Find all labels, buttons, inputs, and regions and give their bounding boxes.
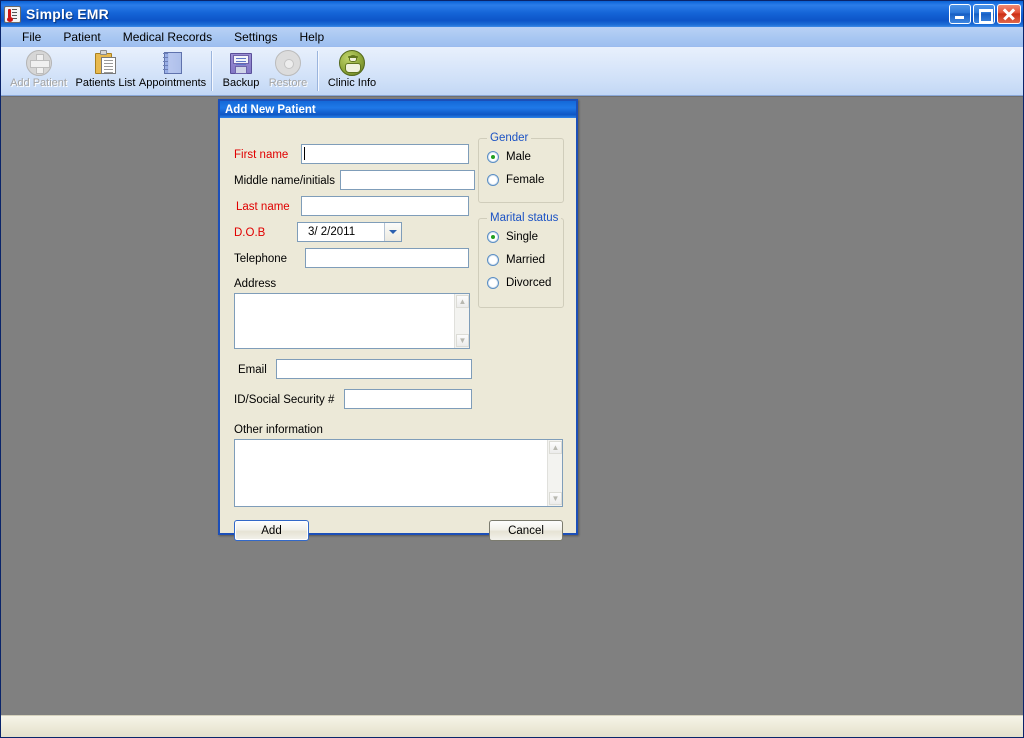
last-name-input[interactable] [301, 196, 469, 216]
toolbar-label-patients-list: Patients List [75, 77, 136, 89]
cancel-button[interactable]: Cancel [489, 520, 563, 541]
radio-marital-divorced[interactable]: Divorced [487, 277, 551, 289]
dob-value: 3/ 2/2011 [308, 226, 356, 238]
menu-item-help[interactable]: Help [288, 28, 335, 46]
add-new-patient-dialog: Add New Patient First name Middle name/i… [218, 99, 578, 541]
marital-status-group-title: Marital status [487, 212, 562, 224]
toolbar-label-add-patient: Add Patient [10, 77, 67, 89]
label-telephone: Telephone [234, 253, 288, 265]
radio-icon [487, 151, 499, 163]
application-window: Simple EMR File Patient Medical Records … [0, 0, 1024, 738]
label-middle-name: Middle name/initials [234, 175, 335, 187]
toolbar-button-clinic-info[interactable]: Clinic Info [324, 50, 380, 94]
middle-name-input[interactable] [340, 170, 475, 190]
address-textarea[interactable]: ▲ ▼ [234, 293, 470, 349]
toolbar-button-add-patient[interactable]: Add Patient [5, 50, 72, 94]
menu-bar: File Patient Medical Records Settings He… [1, 27, 1023, 47]
clipboard-icon [93, 50, 119, 76]
menu-item-medical-records[interactable]: Medical Records [112, 28, 223, 46]
toolbar-separator-1 [211, 51, 213, 91]
gender-group-title: Gender [487, 132, 532, 144]
radio-label-divorced: Divorced [506, 277, 552, 289]
window-title-bar[interactable]: Simple EMR [1, 1, 1023, 27]
toolbar-button-appointments[interactable]: Appointments [139, 50, 206, 94]
minimize-button[interactable] [949, 4, 971, 24]
dialog-title: Add New Patient [225, 103, 316, 116]
radio-icon [487, 277, 499, 289]
toolbar-button-patients-list[interactable]: Patients List [72, 50, 139, 94]
scroll-up-icon[interactable]: ▲ [456, 295, 469, 308]
other-information-scrollbar[interactable]: ▲ ▼ [547, 440, 562, 506]
status-bar [1, 715, 1023, 737]
window-title: Simple EMR [26, 6, 109, 22]
menu-item-patient[interactable]: Patient [52, 28, 111, 46]
restore-disc-icon [275, 50, 301, 76]
toolbar-separator-2 [317, 51, 319, 91]
label-ssn: ID/Social Security # [234, 394, 335, 406]
radio-gender-male[interactable]: Male [487, 151, 531, 163]
scroll-up-icon[interactable]: ▲ [549, 441, 562, 454]
radio-icon [487, 254, 499, 266]
radio-label-single: Single [506, 231, 538, 243]
radio-marital-married[interactable]: Married [487, 254, 545, 266]
radio-label-male: Male [506, 151, 531, 163]
label-last-name: Last name [236, 201, 290, 213]
gender-groupbox: Gender Male Female [478, 132, 564, 203]
label-dob: D.O.B [234, 227, 266, 239]
dialog-body: First name Middle name/initials Last nam… [220, 118, 576, 541]
address-scrollbar[interactable]: ▲ ▼ [454, 294, 469, 348]
menu-item-file[interactable]: File [11, 28, 52, 46]
ssn-input[interactable] [344, 389, 472, 409]
thermometer-ticks [12, 8, 18, 22]
add-button[interactable]: Add [234, 520, 309, 541]
label-other-information: Other information [234, 424, 323, 436]
toolbar-button-restore[interactable]: Restore [264, 50, 312, 94]
toolbar-label-backup: Backup [222, 77, 260, 89]
marital-status-groupbox: Marital status Single Married Divorced [478, 212, 564, 308]
radio-gender-female[interactable]: Female [487, 174, 544, 186]
scroll-down-icon[interactable]: ▼ [456, 334, 469, 347]
label-address: Address [234, 278, 277, 290]
radio-label-female: Female [506, 174, 545, 186]
radio-icon [487, 174, 499, 186]
restore-button[interactable] [973, 4, 995, 24]
close-button[interactable] [997, 4, 1021, 24]
menu-item-settings[interactable]: Settings [223, 28, 288, 46]
label-first-name: First name [234, 149, 289, 161]
label-email: Email [238, 364, 267, 376]
thermometer-icon [4, 5, 21, 23]
clinic-icon [339, 50, 365, 76]
toolbar-button-backup[interactable]: Backup [218, 50, 264, 94]
other-information-textarea[interactable]: ▲ ▼ [234, 439, 563, 507]
telephone-input[interactable] [305, 248, 469, 268]
toolbar-label-appointments: Appointments [138, 77, 207, 89]
toolbar: Add Patient Patients List Appointments B… [1, 47, 1023, 96]
radio-marital-single[interactable]: Single [487, 231, 538, 243]
dob-date-picker[interactable]: 3/ 2/2011 [297, 222, 402, 242]
add-patient-icon [25, 50, 52, 76]
email-input[interactable] [276, 359, 472, 379]
radio-icon [487, 231, 499, 243]
chevron-down-icon[interactable] [384, 223, 401, 241]
toolbar-label-restore: Restore [268, 77, 308, 89]
radio-label-married: Married [506, 254, 545, 266]
dialog-title-bar[interactable]: Add New Patient [220, 101, 576, 118]
scroll-down-icon[interactable]: ▼ [549, 492, 562, 505]
floppy-disk-icon [228, 50, 254, 76]
toolbar-label-clinic-info: Clinic Info [327, 77, 377, 89]
window-controls [949, 4, 1021, 24]
first-name-input[interactable] [301, 144, 469, 164]
notebook-icon [160, 50, 186, 76]
mdi-client-area: Add New Patient First name Middle name/i… [1, 96, 1023, 715]
